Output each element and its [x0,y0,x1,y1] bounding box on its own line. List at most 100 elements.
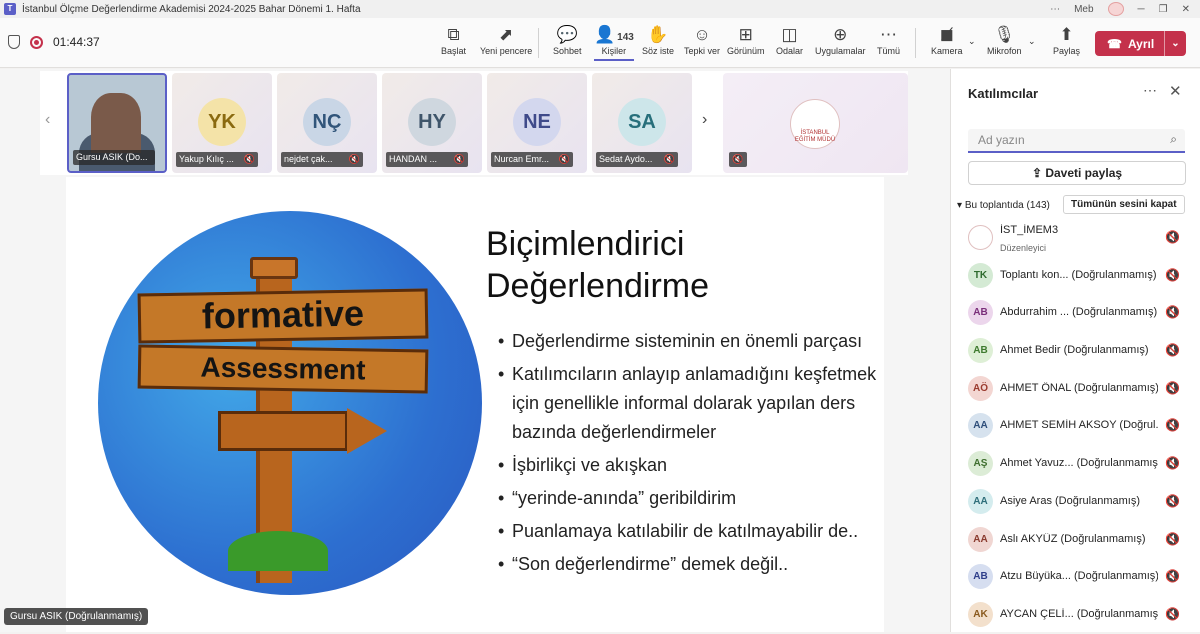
meeting-stage: ‹ Gursu ASIK (Do... YK Yakup Kılıç ... 🔇 … [0,69,950,632]
shared-slide: formative Assessment Biçimlendirici Değe… [66,177,884,632]
user-avatar[interactable] [1107,2,1124,16]
meeting-timer: 01:44:37 [53,35,100,49]
participant-row[interactable]: İST_İMEM3 Düzenleyici 🔇 [951,219,1200,257]
restore-icon[interactable]: ❐ [1159,4,1168,15]
avatar: TK [968,262,993,288]
mic-muted-icon[interactable]: 🔇 [1165,305,1180,319]
mic-muted-icon[interactable]: 🔇 [1165,268,1180,282]
share-button[interactable]: ⬆ Paylaş [1053,24,1080,56]
more-options-icon[interactable]: ⋯ [1050,4,1060,15]
avatar: NÇ [303,98,351,146]
bullet-item: İşbirlikçi ve akışkan [498,451,882,480]
mic-muted-icon[interactable]: 🔇 [1165,532,1180,546]
shield-icon[interactable] [8,35,20,49]
mute-all-button[interactable]: Tümünün sesini kapat [1063,195,1185,214]
participant-row[interactable]: AB Atzu Büyüka... (Doğrulanmamış) 🔇 [951,558,1200,596]
apps-icon: ⊕ [833,25,848,44]
mic-muted-icon: 🔇 [729,152,747,167]
view-icon: ⊞ [738,25,753,44]
panel-title: Katılımcılar [968,86,1039,101]
chat-icon: 💬 [556,25,578,44]
avatar: AA [968,526,993,552]
rooms-button[interactable]: ◫ Odalar [776,24,803,56]
participant-row[interactable]: AA Asiye Aras (Doğrulanmamış) 🔇 [951,483,1200,521]
mic-options-chevron-icon[interactable]: ⌄ [1028,36,1036,47]
raise-hand-button[interactable]: ✋ Söz iste [642,24,674,56]
mic-muted-icon: 🔇 [348,154,360,164]
mic-muted-icon[interactable]: 🔇 [1165,418,1180,432]
mic-muted-icon[interactable]: 🔇 [1165,381,1180,395]
participant-row[interactable]: AK AYCAN ÇELİ... (Doğrulanmamış) 🔇 [951,596,1200,634]
participant-tile[interactable]: YK Yakup Kılıç ... 🔇 [172,73,272,173]
chat-button[interactable]: 💬 Sohbet [553,24,582,56]
participant-row[interactable]: AA Aslı AKYÜZ (Doğrulanmamış) 🔇 [951,521,1200,559]
camera-button[interactable]: ◼̸ Kamera [931,24,963,56]
more-button[interactable]: ⋯ Tümü [877,24,900,56]
share-invite-button[interactable]: ⇪ Daveti paylaş [968,161,1186,185]
bullet-item: Katılımcıların anlayıp anlamadığını keşf… [498,360,882,447]
participant-row[interactable]: TK Toplantı kon... (Doğrulanmamış) 🔇 [951,257,1200,295]
new-window-button[interactable]: ⬈ Yeni pencere [480,24,532,56]
participant-tile[interactable]: SA Sedat Aydo... 🔇 [592,73,692,173]
strip-next-icon[interactable]: › [702,111,707,129]
camera-off-icon: ◼̸ [939,25,954,44]
mic-off-icon: 🎙 [993,25,1016,44]
people-icon: 👤 143 [594,25,634,44]
mic-muted-icon: 🔇 [558,154,570,164]
close-icon[interactable]: ✕ [1169,82,1182,100]
slide-bullets: Değerlendirme sisteminin en önemli parça… [498,327,882,583]
mic-muted-icon[interactable]: 🔇 [1165,494,1180,508]
more-icon: ⋯ [880,25,897,44]
react-button[interactable]: ☺ Tepki ver [684,24,720,56]
participant-row[interactable]: AÖ AHMET ÖNAL (Doğrulanmamış) 🔇 [951,370,1200,408]
participant-row[interactable]: AA AHMET SEMİH AKSOY (Doğrul... 🔇 [951,407,1200,445]
recording-icon [30,35,43,49]
leave-button[interactable]: ☎ Ayrıl ⌄ [1095,31,1186,56]
minimize-icon[interactable]: ─ [1138,4,1145,15]
participant-row[interactable]: AŞ Ahmet Yavuz... (Doğrulanmamış) 🔇 [951,445,1200,483]
mic-muted-icon[interactable]: 🔇 [1165,607,1180,621]
participant-list: İST_İMEM3 Düzenleyici 🔇 TK Toplantı kon.… [951,219,1200,634]
mic-button[interactable]: 🎙 Mikrofon [987,24,1022,56]
share-icon: ⬆ [1059,25,1074,44]
close-window-icon[interactable]: ✕ [1182,4,1190,15]
avatar: AB [968,564,993,590]
react-icon: ☺ [693,25,711,44]
participant-tile[interactable]: NÇ nejdet çak... 🔇 [277,73,377,173]
people-button[interactable]: 👤 143 Kişiler [594,24,634,61]
rooms-icon: ◫ [781,25,798,44]
mic-muted-icon[interactable]: 🔇 [1165,343,1180,357]
participant-tile[interactable]: HY HANDAN ... 🔇 [382,73,482,173]
avatar: AK [968,601,993,627]
search-input[interactable]: Ad yazın ⌕ [968,129,1185,153]
avatar: AÖ [968,375,993,401]
strip-prev-icon[interactable]: ‹ [45,111,50,129]
leave-options-chevron-icon[interactable]: ⌄ [1171,38,1179,49]
new-window-icon: ⬈ [498,25,514,44]
avatar: AB [968,300,993,326]
view-button[interactable]: ⊞ Görünüm [727,24,765,56]
slide-illustration: formative Assessment [98,211,482,595]
bullet-item: “yerinde-anında” geribildirim [498,484,882,513]
user-name: Meb [1074,3,1094,15]
mic-muted-icon: 🔇 [243,154,255,164]
mic-muted-icon[interactable]: 🔇 [1165,230,1180,244]
participant-tile[interactable]: NE Nurcan Emr... 🔇 [487,73,587,173]
bullet-item: “Son değerlendirme” demek değil.. [498,550,882,579]
mic-muted-icon[interactable]: 🔇 [1165,456,1180,470]
camera-options-chevron-icon[interactable]: ⌄ [968,36,976,47]
avatar: AŞ [968,451,993,477]
apps-button[interactable]: ⊕ Uygulamalar [815,24,866,56]
participant-tile[interactable]: Gursu ASIK (Do... [67,73,167,173]
logo-tile[interactable]: İSTANBUL EĞİTİM MÜDÜ 🔇 [723,73,908,173]
mic-muted-icon: 🔇 [453,154,465,164]
mic-muted-icon[interactable]: 🔇 [1165,569,1180,583]
start-share-button[interactable]: ⧉ Başlat [441,24,466,56]
participant-row[interactable]: AB Abdurrahim ... (Doğrulanmamış) 🔇 [951,294,1200,332]
more-options-icon[interactable]: ⋯ [1143,82,1157,99]
video-feed [91,93,141,153]
sign-line-2: Assessment [137,344,429,394]
in-meeting-section-toggle[interactable]: ▾ Bu toplantıda (143) [957,200,1050,211]
avatar: YK [198,98,246,146]
participant-row[interactable]: AB Ahmet Bedir (Doğrulanmamış) 🔇 [951,332,1200,370]
